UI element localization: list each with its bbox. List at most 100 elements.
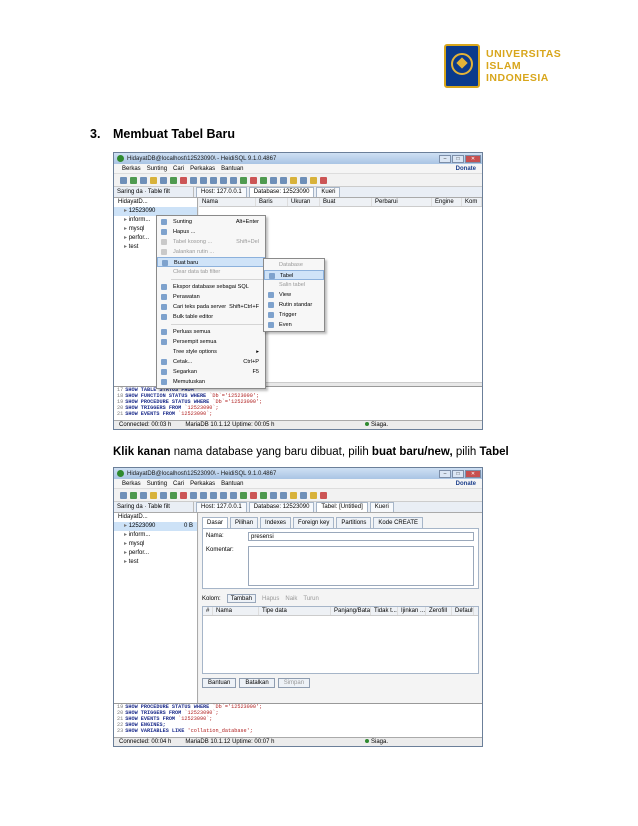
col-header-length[interactable]: Panjang/Batas — [331, 607, 371, 615]
add-column-button[interactable]: Tambah — [226, 594, 257, 603]
move-down-button[interactable]: Turun — [303, 596, 318, 602]
save-icon[interactable] — [290, 491, 297, 499]
refresh-icon[interactable] — [190, 491, 197, 499]
close-button[interactable]: ✕ — [465, 469, 481, 478]
menu-item-tabel-kosong[interactable]: Tabel kosong ... Shift+Del — [157, 237, 265, 247]
submenu-item-tabel[interactable]: Tabel — [264, 270, 324, 280]
col-header-comment[interactable]: Kom — [462, 198, 482, 206]
menu-bantuan[interactable]: Bantuan — [221, 481, 243, 487]
tree-item-server[interactable]: HidayatD... — [114, 513, 197, 522]
post-icon[interactable] — [240, 491, 247, 499]
col-header-rows[interactable]: Baris — [256, 198, 288, 206]
last-icon[interactable] — [230, 491, 237, 499]
col-header-datatype[interactable]: Tipe data — [259, 607, 331, 615]
col-header-number[interactable]: # — [203, 607, 213, 615]
add-icon[interactable] — [170, 176, 177, 184]
prev-icon[interactable] — [210, 176, 217, 184]
copy-icon[interactable] — [140, 491, 147, 499]
delete-icon[interactable] — [180, 491, 187, 499]
menu-item-jalankan-rutin[interactable]: Jalankan rutin ... — [157, 247, 265, 257]
col-header-default[interactable]: Default — [452, 607, 474, 615]
submenu-item-view[interactable]: View — [264, 290, 324, 300]
close-button[interactable]: ✕ — [465, 154, 481, 163]
database-filter[interactable]: Saring da · Table filt — [114, 187, 194, 197]
grid-icon[interactable] — [300, 176, 307, 184]
post-icon[interactable] — [240, 176, 247, 184]
col-header-name[interactable]: Nama — [213, 607, 259, 615]
run-icon[interactable] — [260, 176, 267, 184]
submenu-item-salin-tabel[interactable]: Salin tabel — [264, 280, 324, 290]
tab-database[interactable]: Database: 12523090 — [248, 502, 315, 512]
menu-item-tree-style[interactable]: Tree style options ▸ — [157, 347, 265, 357]
menu-item-ekspor-sql[interactable]: Ekspor database sebagai SQL — [157, 282, 265, 292]
exit-icon[interactable] — [320, 491, 327, 499]
editor-tab-create-code[interactable]: Kode CREATE — [373, 517, 423, 528]
menu-bantuan[interactable]: Bantuan — [221, 166, 243, 172]
settings-icon[interactable] — [310, 176, 317, 184]
cancel-icon[interactable] — [250, 491, 257, 499]
col-header-allow-null[interactable]: Ijinkan ... — [398, 607, 426, 615]
format-icon[interactable] — [270, 491, 277, 499]
col-header-updated[interactable]: Perbarui — [372, 198, 432, 206]
submenu-item-rutin-standar[interactable]: Rutin standar — [264, 300, 324, 310]
refresh-icon[interactable] — [190, 176, 197, 184]
add-icon[interactable] — [170, 491, 177, 499]
save-icon[interactable] — [290, 176, 297, 184]
table-name-input[interactable]: presensi — [248, 532, 474, 541]
menu-berkas[interactable]: Berkas — [122, 481, 141, 487]
tab-host[interactable]: Host: 127.0.0.1 — [196, 187, 247, 197]
menu-item-perluas-semua[interactable]: Perluas semua — [157, 327, 265, 337]
exit-icon[interactable] — [320, 176, 327, 184]
last-icon[interactable] — [230, 176, 237, 184]
first-icon[interactable] — [200, 176, 207, 184]
menu-item-persempit-semua[interactable]: Persempit semua — [157, 337, 265, 347]
minimize-button[interactable]: – — [439, 154, 451, 163]
tree-item-server[interactable]: HidayatD... — [114, 198, 197, 207]
menu-item-cetak[interactable]: Cetak... Ctrl+P — [157, 357, 265, 367]
database-filter[interactable]: Saring da · Table filt — [114, 502, 194, 512]
table-icon[interactable] — [160, 176, 167, 184]
maximize-button[interactable]: □ — [452, 154, 464, 163]
menu-perkakas[interactable]: Perkakas — [190, 481, 215, 487]
menu-cari[interactable]: Cari — [173, 166, 184, 172]
paste-icon[interactable] — [150, 491, 157, 499]
editor-tab-pilihan[interactable]: Pilihan — [230, 517, 259, 528]
col-header-engine[interactable]: Engine — [432, 198, 462, 206]
tree-item-test[interactable]: test — [114, 558, 197, 567]
tab-query[interactable]: Kueri — [369, 502, 394, 512]
tab-query[interactable]: Kueri — [316, 187, 341, 197]
editor-tab-indexes[interactable]: Indexes — [260, 517, 292, 528]
tree-item-database[interactable]: 12523090 0 B — [114, 522, 197, 531]
run-icon[interactable] — [260, 491, 267, 499]
find-icon[interactable] — [280, 176, 287, 184]
col-header-unsigned[interactable]: Tidak t... — [371, 607, 398, 615]
editor-tab-foreign-key[interactable]: Foreign key — [293, 517, 335, 528]
tree-item-information-schema[interactable]: inform... — [114, 531, 197, 540]
settings-icon[interactable] — [310, 491, 317, 499]
tab-database[interactable]: Database: 12523090 — [248, 187, 315, 197]
help-button[interactable]: Bantuan — [202, 678, 237, 688]
menu-item-perawatan[interactable]: Perawatan — [157, 292, 265, 302]
menu-item-hapus[interactable]: Hapus ... — [157, 227, 265, 237]
format-icon[interactable] — [270, 176, 277, 184]
menu-item-cari-teks[interactable]: Cari teks pada server Shift+Ctrl+F — [157, 302, 265, 312]
next-icon[interactable] — [220, 176, 227, 184]
donate-button[interactable]: Donate — [456, 481, 476, 487]
col-header-created[interactable]: Buat — [320, 198, 372, 206]
menu-item-buat-baru[interactable]: Buat baru — [157, 257, 265, 267]
new-icon[interactable] — [130, 176, 137, 184]
menu-item-bulk-editor[interactable]: Bulk table editor — [157, 312, 265, 322]
editor-tab-dasar[interactable]: Dasar — [202, 517, 229, 528]
prev-icon[interactable] — [210, 491, 217, 499]
minimize-button[interactable]: – — [439, 469, 451, 478]
connect-icon[interactable] — [120, 176, 127, 184]
comment-textarea[interactable] — [248, 546, 474, 586]
tab-host[interactable]: Host: 127.0.0.1 — [196, 502, 247, 512]
cancel-icon[interactable] — [250, 176, 257, 184]
menu-sunting[interactable]: Sunting — [147, 481, 167, 487]
grid-icon[interactable] — [300, 491, 307, 499]
col-header-zerofill[interactable]: Zerofill — [426, 607, 452, 615]
col-header-size[interactable]: Ukuran — [288, 198, 320, 206]
find-icon[interactable] — [280, 491, 287, 499]
copy-icon[interactable] — [140, 176, 147, 184]
